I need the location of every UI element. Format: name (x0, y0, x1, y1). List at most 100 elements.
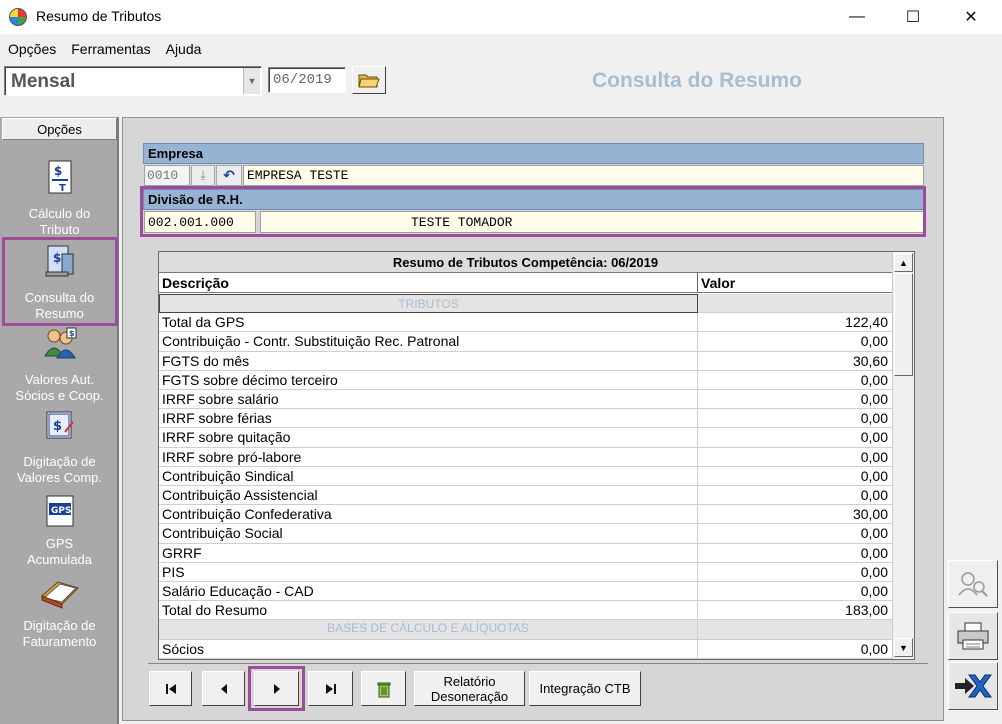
row-description: IRRF sobre férias (159, 409, 698, 429)
empresa-header: Empresa (143, 143, 924, 164)
sidebar-item-label: Valores Comp. (16, 470, 102, 485)
row-value: 0,00 (698, 563, 892, 582)
table-row[interactable]: Total da GPS 122,40 (159, 313, 892, 333)
maximize-button[interactable]: ☐ (890, 0, 936, 34)
sidebar-item-calculo[interactable]: $ T Cálculo do Tributo (2, 158, 117, 237)
table-row[interactable]: FGTS sobre décimo terceiro 0,00 (159, 370, 892, 390)
row-value: 0,00 (698, 332, 892, 352)
menu-ferramentas[interactable]: Ferramentas (63, 38, 157, 57)
integracao-ctb-button[interactable]: Integração CTB (529, 671, 641, 706)
row-description: Contribuição Sindical (159, 466, 698, 486)
last-record-button[interactable] (308, 671, 353, 706)
first-record-button[interactable] (149, 671, 192, 706)
row-description: FGTS sobre décimo terceiro (159, 370, 698, 390)
relatorio-desoneracao-button[interactable]: Relatório Desoneração (414, 671, 525, 706)
row-description: Salário Educação - CAD (159, 582, 698, 602)
sidebar-item-label: Faturamento (22, 634, 97, 649)
table-row[interactable]: Contribuição Sindical 0,00 (159, 466, 892, 486)
table-row[interactable]: Contribuição Confederativa 30,00 (159, 505, 892, 525)
open-folder-button[interactable] (352, 66, 386, 94)
table-row[interactable]: Sócios 0,00 (159, 639, 892, 659)
menu-bar: Opções Ferramentas Ajuda (0, 38, 1002, 60)
table-row[interactable]: IRRF sobre quitação 0,00 (159, 428, 892, 448)
row-description: IRRF sobre salário (159, 390, 698, 410)
menu-opcoes[interactable]: Opções (0, 38, 63, 57)
table-row[interactable]: IRRF sobre férias 0,00 (159, 409, 892, 429)
row-value: 183,00 (698, 601, 892, 621)
competence-input[interactable]: 06/2019 (268, 67, 346, 93)
table-row[interactable]: IRRF sobre pró-labore 0,00 (159, 447, 892, 467)
sidebar-header: Opções (2, 118, 117, 140)
row-description: FGTS do mês (159, 351, 698, 371)
next-button-highlight (248, 666, 305, 711)
search-person-button[interactable] (948, 560, 998, 608)
table-row[interactable]: Contribuição - Contr. Substituição Rec. … (159, 332, 892, 352)
row-value: 30,60 (698, 352, 892, 371)
sidebar-item-digitacao-valores[interactable]: $ Digitação de Valores Comp. (2, 410, 117, 490)
folder-icon (358, 74, 380, 88)
sidebar-item-label: Digitação de (23, 618, 96, 633)
row-value: 0,00 (698, 524, 892, 544)
svg-text:$: $ (54, 164, 62, 178)
section-row-tributos[interactable]: TRIBUTOS (159, 294, 892, 314)
sidebar-item-faturamento[interactable]: Digitação de Faturamento (2, 574, 117, 654)
empresa-code-input[interactable]: 0010 (144, 165, 190, 186)
close-button[interactable]: ✕ (948, 0, 994, 34)
svg-text:$: $ (53, 419, 62, 434)
row-description: Contribuição - Contr. Substituição Rec. … (159, 332, 698, 352)
row-description: Sócios (159, 639, 698, 659)
sidebar-selected-highlight (2, 237, 118, 326)
period-value: Mensal (11, 71, 76, 92)
row-value (698, 294, 892, 314)
app-icon (9, 8, 27, 26)
row-value: 0,00 (698, 409, 892, 429)
vertical-scrollbar[interactable]: ▲ ▼ (892, 252, 914, 659)
scroll-down-icon[interactable]: ▼ (894, 638, 913, 657)
sidebar-item-label: Valores Aut. (24, 372, 95, 387)
title-bar: Resumo de Tributos — ☐ ✕ (0, 0, 1002, 34)
report-label-line2: Desoneração (430, 688, 509, 704)
column-header-descricao[interactable]: Descrição (159, 273, 698, 293)
row-value: 0,00 (698, 582, 892, 602)
values-entry-icon: $ (46, 411, 74, 439)
table-row[interactable]: Salário Educação - CAD 0,00 (159, 582, 892, 602)
calc-tax-icon: $ T (48, 160, 71, 194)
chevron-down-icon[interactable]: ▼ (243, 68, 260, 94)
table-row[interactable]: PIS 0,00 (159, 562, 892, 582)
delete-button[interactable] (361, 671, 406, 706)
sidebar-item-label: Acumulada (26, 552, 93, 567)
row-description: Total do Resumo (159, 601, 698, 621)
table-row[interactable]: GRRF 0,00 (159, 543, 892, 563)
sidebar-item-label: Cálculo do (28, 206, 91, 221)
period-select[interactable]: Mensal ▼ (4, 66, 262, 96)
row-value: 0,00 (698, 486, 892, 506)
exit-button[interactable] (948, 662, 998, 710)
billing-book-icon (40, 581, 79, 609)
skip-first-icon (165, 683, 176, 694)
table-row[interactable]: IRRF sobre salário 0,00 (159, 390, 892, 410)
sidebar-item-valores-aut[interactable]: $ Valores Aut. Sócios e Coop. (2, 326, 117, 406)
window-title: Resumo de Tributos (36, 8, 162, 24)
table-row[interactable]: FGTS do mês 30,60 (159, 351, 892, 371)
row-description: IRRF sobre quitação (159, 428, 698, 448)
table-row[interactable]: Total do Resumo 183,00 (159, 601, 892, 621)
table-row[interactable]: Contribuição Assistencial 0,00 (159, 486, 892, 506)
menu-ajuda[interactable]: Ajuda (158, 38, 209, 57)
minimize-button[interactable]: — (834, 0, 880, 34)
column-header-valor[interactable]: Valor (698, 273, 892, 293)
row-description: Contribuição Social (159, 524, 698, 544)
scroll-thumb[interactable] (894, 273, 913, 376)
section-row-bases[interactable]: BASES DE CÁLCULO E ALÍQUOTAS (159, 620, 892, 640)
scroll-up-icon[interactable]: ▲ (894, 253, 913, 272)
undo-icon[interactable]: ↶ (216, 165, 242, 186)
download-arrow-icon[interactable]: ⤓ (191, 165, 215, 186)
row-description: IRRF sobre pró-labore (159, 447, 698, 467)
sidebar-item-gps[interactable]: GPS GPS Acumulada (2, 492, 117, 572)
table-title: Resumo de Tributos Competência: 06/2019 (159, 252, 892, 273)
row-description: Contribuição Assistencial (159, 486, 698, 506)
previous-record-button[interactable] (202, 671, 245, 706)
print-button[interactable] (948, 612, 998, 660)
row-description: Total da GPS (159, 313, 698, 333)
row-value: 122,40 (698, 313, 892, 333)
table-row[interactable]: Contribuição Social 0,00 (159, 524, 892, 544)
